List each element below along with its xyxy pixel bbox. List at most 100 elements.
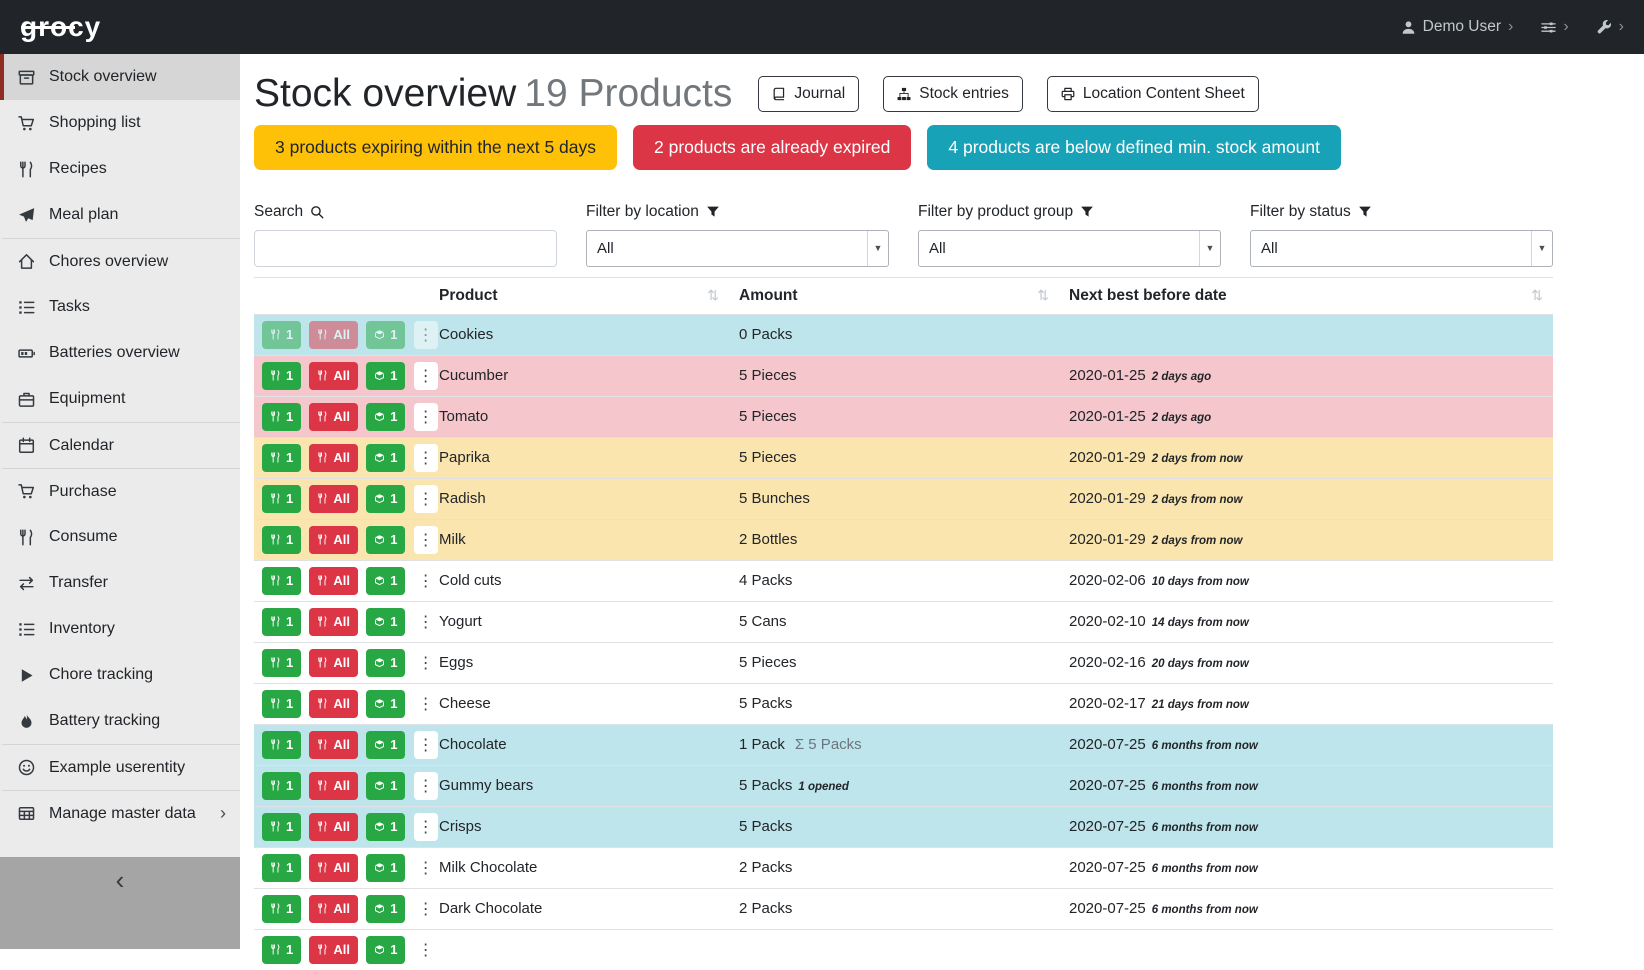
- settings-menu[interactable]: ›: [1541, 19, 1568, 35]
- consume-all-button[interactable]: All: [309, 936, 358, 964]
- open-one-button[interactable]: 1: [366, 403, 405, 431]
- consume-all-button[interactable]: All: [309, 526, 358, 554]
- row-menu-button[interactable]: ⋮: [414, 772, 438, 800]
- open-one-button[interactable]: 1: [366, 321, 405, 349]
- open-one-button[interactable]: 1: [366, 362, 405, 390]
- table-row[interactable]: 1 All 1 ⋮ Cookies 0 Packs: [254, 314, 1553, 355]
- consume-one-button[interactable]: 1: [262, 567, 301, 595]
- consume-one-button[interactable]: 1: [262, 444, 301, 472]
- consume-one-button[interactable]: 1: [262, 813, 301, 841]
- consume-one-button[interactable]: 1: [262, 649, 301, 677]
- table-row[interactable]: 1 All 1 ⋮: [254, 929, 1553, 970]
- sidebar-item-recipes[interactable]: Recipes: [0, 146, 240, 192]
- table-row[interactable]: 1 All 1 ⋮ Chocolate 1 PackΣ 5 Packs 2020…: [254, 724, 1553, 765]
- row-menu-button[interactable]: ⋮: [414, 526, 438, 554]
- open-one-button[interactable]: 1: [366, 936, 405, 964]
- row-menu-button[interactable]: ⋮: [414, 485, 438, 513]
- open-one-button[interactable]: 1: [366, 854, 405, 882]
- sidebar-item-example-userentity[interactable]: Example userentity: [0, 744, 240, 790]
- sidebar-item-inventory[interactable]: Inventory: [0, 606, 240, 652]
- consume-all-button[interactable]: All: [309, 567, 358, 595]
- table-row[interactable]: 1 All 1 ⋮ Radish 5 Bunches 2020-01-292 d…: [254, 478, 1553, 519]
- below-min-stock-alert[interactable]: 4 products are below defined min. stock …: [927, 125, 1341, 170]
- sidebar-item-consume[interactable]: Consume: [0, 514, 240, 560]
- open-one-button[interactable]: 1: [366, 608, 405, 636]
- consume-all-button[interactable]: All: [309, 403, 358, 431]
- row-menu-button[interactable]: ⋮: [414, 936, 438, 964]
- consume-one-button[interactable]: 1: [262, 403, 301, 431]
- consume-one-button[interactable]: 1: [262, 731, 301, 759]
- table-row[interactable]: 1 All 1 ⋮ Milk 2 Bottles 2020-01-292 day…: [254, 519, 1553, 560]
- sidebar-item-transfer[interactable]: Transfer: [0, 560, 240, 606]
- row-menu-button[interactable]: ⋮: [414, 813, 438, 841]
- table-row[interactable]: 1 All 1 ⋮ Crisps 5 Packs 2020-07-256 mon…: [254, 806, 1553, 847]
- consume-one-button[interactable]: 1: [262, 485, 301, 513]
- open-one-button[interactable]: 1: [366, 444, 405, 472]
- open-one-button[interactable]: 1: [366, 649, 405, 677]
- journal-button[interactable]: Journal: [758, 76, 859, 112]
- grocy-logo[interactable]: grocy: [20, 11, 101, 43]
- row-menu-button[interactable]: ⋮: [414, 731, 438, 759]
- open-one-button[interactable]: 1: [366, 772, 405, 800]
- sidebar-item-battery-tracking[interactable]: Battery tracking: [0, 698, 240, 744]
- row-menu-button[interactable]: ⋮: [414, 321, 438, 349]
- sidebar-item-chore-tracking[interactable]: Chore tracking: [0, 652, 240, 698]
- row-menu-button[interactable]: ⋮: [414, 690, 438, 718]
- sidebar-item-calendar[interactable]: Calendar: [0, 422, 240, 468]
- admin-menu[interactable]: ›: [1597, 19, 1624, 35]
- sort-icon[interactable]: ⇅: [707, 287, 719, 304]
- consume-one-button[interactable]: 1: [262, 854, 301, 882]
- sidebar-item-meal-plan[interactable]: Meal plan: [0, 192, 240, 238]
- sidebar-item-tasks[interactable]: Tasks: [0, 284, 240, 330]
- table-row[interactable]: 1 All 1 ⋮ Paprika 5 Pieces 2020-01-292 d…: [254, 437, 1553, 478]
- open-one-button[interactable]: 1: [366, 690, 405, 718]
- consume-all-button[interactable]: All: [309, 895, 358, 923]
- location-select[interactable]: All ▼: [586, 230, 889, 267]
- sidebar-item-stock-overview[interactable]: Stock overview: [0, 54, 240, 100]
- consume-one-button[interactable]: 1: [262, 526, 301, 554]
- row-menu-button[interactable]: ⋮: [414, 895, 438, 923]
- row-menu-button[interactable]: ⋮: [414, 608, 438, 636]
- sort-icon[interactable]: ⇅: [1037, 287, 1049, 304]
- open-one-button[interactable]: 1: [366, 813, 405, 841]
- sidebar-item-shopping-list[interactable]: Shopping list: [0, 100, 240, 146]
- product-column-header[interactable]: Product ⇅: [429, 277, 729, 314]
- open-one-button[interactable]: 1: [366, 567, 405, 595]
- consume-one-button[interactable]: 1: [262, 362, 301, 390]
- stock-entries-button[interactable]: Stock entries: [883, 76, 1023, 112]
- consume-all-button[interactable]: All: [309, 649, 358, 677]
- sidebar-item-equipment[interactable]: Equipment: [0, 376, 240, 422]
- sidebar-item-manage-master-data[interactable]: Manage master data›: [0, 790, 240, 836]
- location-content-sheet-button[interactable]: Location Content Sheet: [1047, 76, 1259, 112]
- table-row[interactable]: 1 All 1 ⋮ Milk Chocolate 2 Packs 2020-07…: [254, 847, 1553, 888]
- table-row[interactable]: 1 All 1 ⋮ Cucumber 5 Pieces 2020-01-252 …: [254, 355, 1553, 396]
- consume-one-button[interactable]: 1: [262, 690, 301, 718]
- row-menu-button[interactable]: ⋮: [414, 403, 438, 431]
- sidebar-item-purchase[interactable]: Purchase: [0, 468, 240, 514]
- sort-icon[interactable]: ⇅: [1531, 287, 1543, 304]
- table-row[interactable]: 1 All 1 ⋮ Gummy bears 5 Packs1 opened 20…: [254, 765, 1553, 806]
- status-select[interactable]: All ▼: [1250, 230, 1553, 267]
- sidebar-collapse-button[interactable]: ‹: [0, 857, 240, 949]
- consume-all-button[interactable]: All: [309, 731, 358, 759]
- consume-one-button[interactable]: 1: [262, 321, 301, 349]
- product-group-select[interactable]: All ▼: [918, 230, 1221, 267]
- consume-all-button[interactable]: All: [309, 772, 358, 800]
- table-row[interactable]: 1 All 1 ⋮ Tomato 5 Pieces 2020-01-252 da…: [254, 396, 1553, 437]
- consume-all-button[interactable]: All: [309, 854, 358, 882]
- consume-all-button[interactable]: All: [309, 485, 358, 513]
- row-menu-button[interactable]: ⋮: [414, 854, 438, 882]
- row-menu-button[interactable]: ⋮: [414, 567, 438, 595]
- table-row[interactable]: 1 All 1 ⋮ Yogurt 5 Cans 2020-02-1014 day…: [254, 601, 1553, 642]
- consume-one-button[interactable]: 1: [262, 895, 301, 923]
- open-one-button[interactable]: 1: [366, 526, 405, 554]
- row-menu-button[interactable]: ⋮: [414, 444, 438, 472]
- open-one-button[interactable]: 1: [366, 895, 405, 923]
- sidebar-item-batteries-overview[interactable]: Batteries overview: [0, 330, 240, 376]
- table-row[interactable]: 1 All 1 ⋮ Eggs 5 Pieces 2020-02-1620 day…: [254, 642, 1553, 683]
- table-row[interactable]: 1 All 1 ⋮ Dark Chocolate 2 Packs 2020-07…: [254, 888, 1553, 929]
- row-menu-button[interactable]: ⋮: [414, 362, 438, 390]
- amount-column-header[interactable]: Amount ⇅: [729, 277, 1059, 314]
- consume-all-button[interactable]: All: [309, 690, 358, 718]
- consume-all-button[interactable]: All: [309, 608, 358, 636]
